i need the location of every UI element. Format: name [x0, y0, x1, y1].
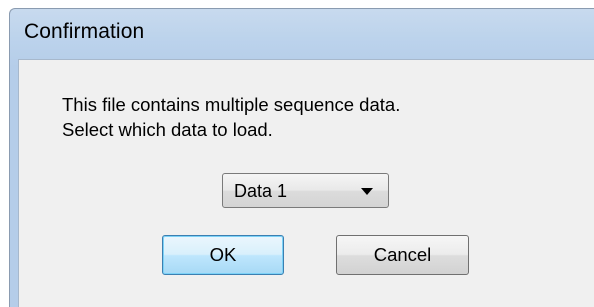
- data-select-value: Data 1: [234, 181, 288, 201]
- ok-button[interactable]: OK: [162, 235, 284, 275]
- title-bar[interactable]: Confirmation: [10, 9, 594, 59]
- cancel-button[interactable]: Cancel: [336, 235, 469, 275]
- chevron-down-icon: [361, 188, 373, 195]
- dialog-title: Confirmation: [24, 20, 145, 43]
- message-line-1: This file contains multiple sequence dat…: [62, 94, 401, 115]
- data-select-dropdown[interactable]: Data 1: [222, 173, 389, 208]
- dialog-message: This file contains multiple sequence dat…: [62, 92, 400, 142]
- dialog-frame: Confirmation This file contains multiple…: [9, 8, 594, 307]
- dialog-window: Confirmation This file contains multiple…: [0, 0, 594, 307]
- dialog-client-area: This file contains multiple sequence dat…: [18, 59, 594, 307]
- message-line-2: Select which data to load.: [62, 119, 273, 140]
